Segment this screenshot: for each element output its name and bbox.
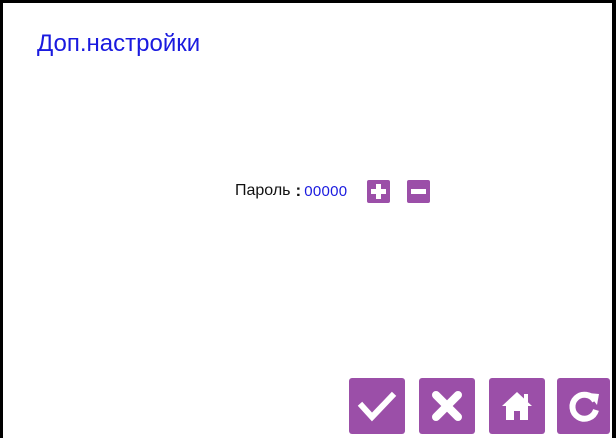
- password-row: Пароль : 00000: [235, 179, 431, 203]
- minus-icon: [411, 188, 427, 194]
- refresh-icon: [568, 391, 599, 422]
- page-title: Доп.настройки: [37, 30, 201, 57]
- increment-button[interactable]: [367, 179, 391, 203]
- checkmark-icon: [357, 391, 397, 422]
- plus-icon: [371, 183, 387, 199]
- decrement-button[interactable]: [407, 179, 431, 203]
- cancel-button[interactable]: [419, 378, 475, 434]
- password-value[interactable]: 00000: [304, 183, 347, 200]
- confirm-button[interactable]: [349, 378, 405, 434]
- close-icon: [432, 391, 462, 421]
- password-label: Пароль: [235, 182, 291, 199]
- home-button[interactable]: [489, 378, 545, 434]
- password-separator: :: [295, 181, 302, 200]
- refresh-button[interactable]: [557, 378, 610, 434]
- settings-window: Доп.настройки Пароль : 00000: [0, 0, 616, 438]
- home-icon: [502, 392, 532, 420]
